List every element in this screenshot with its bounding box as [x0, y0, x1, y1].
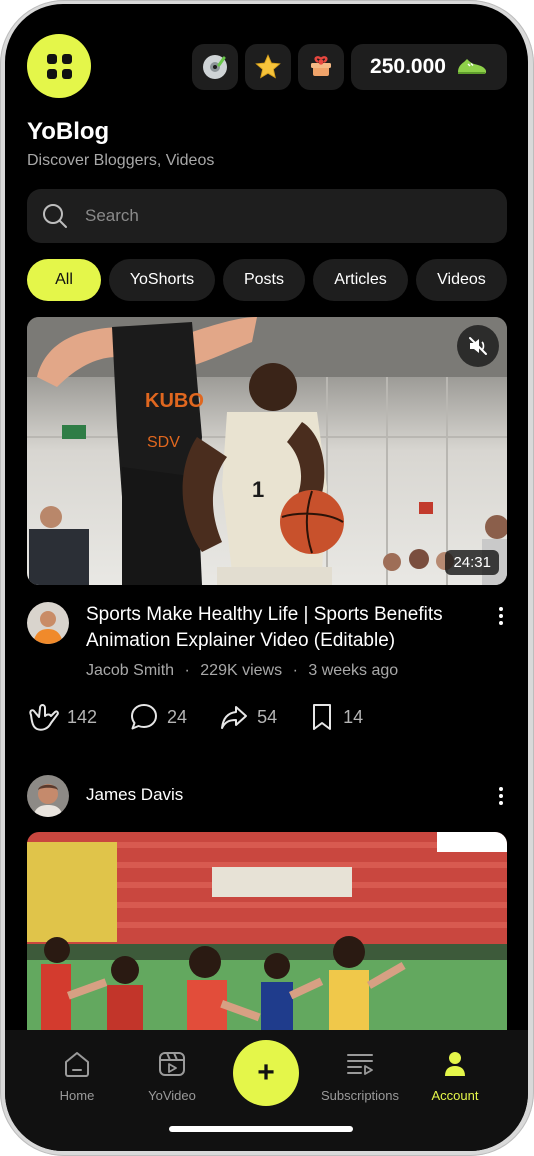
app-subtitle: Discover Bloggers, Videos — [27, 152, 215, 169]
save-button[interactable]: 14 — [309, 702, 363, 732]
add-button[interactable]: + — [233, 1040, 299, 1106]
post-author-avatar[interactable] — [27, 775, 69, 817]
share-button[interactable]: 54 — [219, 703, 277, 731]
post-image[interactable] — [27, 832, 507, 1032]
meta-separator: · — [292, 662, 298, 679]
share-icon — [221, 706, 248, 729]
bottom-nav: Home YoVideo + Subscriptions Account — [5, 1030, 528, 1151]
chip-articles[interactable]: Articles — [313, 259, 408, 301]
video-author[interactable]: Jacob Smith — [86, 662, 174, 679]
comment-icon — [131, 704, 158, 730]
star-icon — [255, 54, 281, 79]
post-more-icon[interactable] — [497, 787, 505, 805]
chip-all[interactable]: All — [27, 259, 101, 301]
video-more-icon[interactable] — [497, 607, 505, 625]
search-input[interactable]: Search — [85, 206, 139, 226]
bookmark-icon — [313, 704, 332, 730]
meta-separator: · — [184, 662, 190, 679]
track-race-image — [27, 832, 507, 1032]
video-stats: 142 24 54 14 — [27, 702, 395, 732]
app-title: YoBlog — [27, 118, 110, 145]
chip-posts[interactable]: Posts — [223, 259, 305, 301]
video-clapper-icon — [159, 1052, 185, 1076]
like-count: 142 — [67, 706, 98, 727]
search-bar[interactable]: Search — [27, 189, 507, 243]
nav-home[interactable]: Home — [27, 1046, 127, 1103]
home-icon — [65, 1052, 89, 1077]
video-title[interactable]: Sports Make Healthy Life | Sports Benefi… — [86, 602, 486, 654]
disc-icon — [203, 55, 227, 79]
gift-icon — [311, 56, 331, 76]
svg-text:1: 1 — [252, 477, 264, 502]
save-count: 14 — [343, 706, 364, 727]
like-button[interactable]: 142 — [27, 702, 97, 732]
disc-button[interactable] — [192, 44, 238, 90]
basketball-image: KUBO SDV 1 — [27, 317, 507, 585]
mute-icon — [469, 337, 487, 355]
subscriptions-icon — [347, 1054, 373, 1075]
mute-button[interactable] — [457, 325, 499, 367]
video-age: 3 weeks ago — [308, 662, 399, 679]
video-thumbnail[interactable]: KUBO SDV 1 24:31 — [27, 317, 507, 585]
channel-avatar[interactable] — [27, 602, 69, 644]
home-indicator — [169, 1126, 353, 1132]
video-duration: 24:31 — [445, 550, 499, 575]
nav-account-label: Account — [431, 1088, 479, 1103]
nav-yovideo[interactable]: YoVideo — [122, 1046, 222, 1103]
app-screen: 250.000 YoBlog Discover Bloggers, Videos… — [5, 4, 528, 1151]
nav-account[interactable]: Account — [405, 1046, 505, 1103]
star-button[interactable] — [245, 44, 291, 90]
post-author-name[interactable]: James Davis — [86, 785, 183, 805]
grid-icon — [46, 53, 72, 79]
chip-videos[interactable]: Videos — [416, 259, 507, 301]
share-count: 54 — [257, 706, 278, 727]
search-icon — [43, 204, 67, 228]
svg-text:SDV: SDV — [147, 434, 180, 451]
video-meta: Jacob Smith · 229K views · 3 weeks ago — [86, 662, 398, 680]
nav-subscriptions[interactable]: Subscriptions — [310, 1046, 410, 1103]
video-views: 229K views — [200, 662, 283, 679]
gift-button[interactable] — [298, 44, 344, 90]
nav-yovideo-label: YoVideo — [148, 1088, 196, 1103]
avatar-image — [27, 602, 69, 644]
nav-subscriptions-label: Subscriptions — [320, 1088, 400, 1103]
comment-button[interactable]: 24 — [129, 702, 187, 732]
svg-text:KUBO: KUBO — [145, 390, 204, 412]
comment-count: 24 — [167, 706, 188, 727]
nav-home-label: Home — [59, 1088, 95, 1103]
menu-button[interactable] — [27, 34, 91, 98]
avatar-image — [27, 775, 69, 817]
coin-balance[interactable]: 250.000 — [351, 44, 507, 90]
shaka-hand-icon — [29, 704, 59, 731]
account-icon — [445, 1052, 465, 1076]
sneaker-icon — [457, 59, 487, 74]
coin-amount: 250.000 — [370, 55, 446, 78]
chip-yoshorts[interactable]: YoShorts — [109, 259, 215, 301]
filter-chips: All YoShorts Posts Articles Videos — [27, 259, 507, 301]
